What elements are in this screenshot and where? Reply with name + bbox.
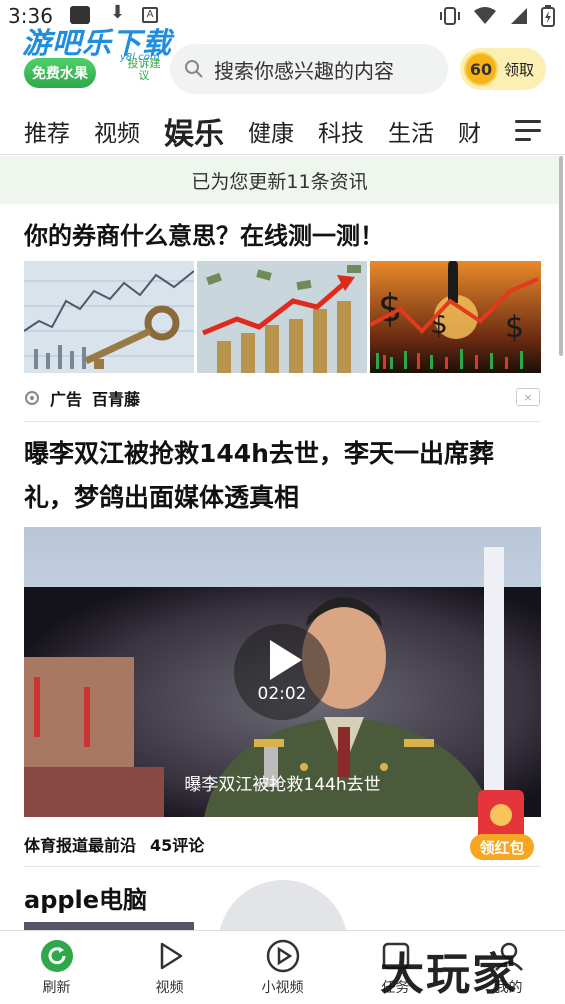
menu-icon[interactable] — [515, 120, 541, 142]
vibrate-icon — [440, 7, 460, 25]
video-duration: 02:02 — [257, 684, 307, 704]
free-fruit-button[interactable]: 免费水果 — [24, 58, 96, 88]
battery-icon — [541, 5, 555, 27]
article-source: 体育报道最前沿 — [24, 836, 137, 855]
status-right — [439, 5, 555, 27]
wifi-icon — [474, 7, 496, 24]
ad-close-button[interactable]: × — [516, 388, 540, 406]
tab-finance[interactable]: 财 — [458, 114, 481, 148]
article-divider — [24, 866, 541, 867]
svg-text:$: $ — [505, 310, 524, 345]
short-video-icon — [266, 939, 299, 973]
nav-video-label: 视频 — [155, 980, 184, 996]
second-article-title[interactable]: apple电脑 — [24, 880, 147, 915]
nav-video[interactable]: 视频 — [113, 931, 226, 1004]
search-placeholder: 搜索你感兴趣的内容 — [214, 58, 394, 83]
red-packet-seal — [490, 804, 512, 826]
ad-divider — [24, 421, 541, 422]
article-title[interactable]: 曝李双江被抢救144h去世，李天一出席葬礼，梦鸽出面媒体透真相 — [24, 432, 529, 520]
signal-icon — [511, 8, 527, 24]
video-caption: 曝李双江被抢救144h去世 — [184, 775, 381, 795]
search-icon — [185, 60, 203, 78]
red-packet-button[interactable]: 领红包 — [470, 834, 534, 860]
tab-video[interactable]: 视频 — [94, 114, 140, 148]
article-meta: 体育报道最前沿 45评论 — [24, 832, 204, 856]
article-comments[interactable]: 45评论 — [150, 832, 204, 856]
nav-short-video-label: 小视频 — [261, 980, 304, 996]
play-icon — [270, 640, 302, 680]
ad-source: 百青藤 — [92, 390, 141, 409]
tabs-divider — [0, 154, 565, 155]
tab-entertainment[interactable]: 娱乐 — [164, 109, 224, 153]
nav-short-video[interactable]: 小视频 — [226, 931, 339, 1004]
ad-label: 广告 — [50, 390, 83, 409]
second-article-image[interactable] — [24, 922, 194, 930]
feedback-button[interactable]: 投诉建议 — [126, 58, 162, 82]
ad-image-dollar-sunset[interactable]: $ $ $ — [370, 261, 541, 373]
claim-label: 领取 — [504, 60, 535, 79]
ad-title[interactable]: 你的券商什么意思？在线测一测！ — [24, 216, 384, 251]
ad-info-icon — [25, 391, 39, 405]
category-tabs: 推荐 视频 娱乐 健康 科技 生活 财 — [0, 108, 565, 154]
ad-meta: 广告 百青藤 — [24, 386, 140, 410]
update-banner: 已为您更新11条资讯 — [0, 156, 559, 204]
search-bar[interactable]: 搜索你感兴趣的内容 — [170, 44, 448, 94]
nav-refresh[interactable]: 刷新 — [0, 931, 113, 1004]
coin-icon: 60 — [464, 52, 498, 86]
coin-claim-button[interactable]: 60 领取 — [460, 48, 546, 90]
watermark: 大玩家 — [380, 949, 518, 1000]
refresh-icon — [40, 940, 73, 972]
video-play-icon — [160, 942, 182, 970]
scrollbar[interactable] — [559, 156, 563, 356]
tab-health[interactable]: 健康 — [248, 114, 294, 148]
tab-recommend[interactable]: 推荐 — [24, 114, 70, 148]
tab-life[interactable]: 生活 — [388, 114, 434, 148]
tab-tech[interactable]: 科技 — [318, 114, 364, 148]
nav-refresh-label: 刷新 — [42, 980, 71, 996]
ad-image-money-arrow[interactable] — [197, 261, 367, 373]
ad-image-key-chart[interactable] — [24, 261, 194, 373]
